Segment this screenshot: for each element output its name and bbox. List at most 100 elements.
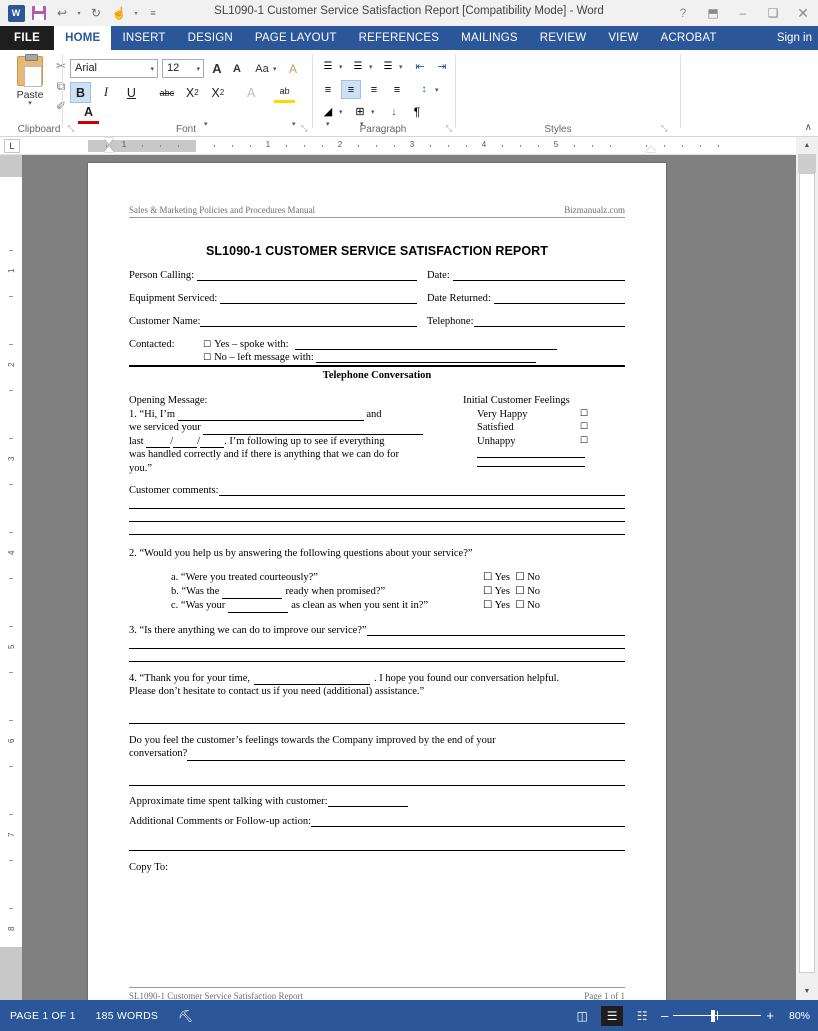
equipment-serviced-field[interactable] <box>220 293 417 304</box>
customer-comments-field-3[interactable] <box>129 509 625 522</box>
restore-button[interactable]: ❑ <box>758 0 788 26</box>
customer-name-field[interactable] <box>200 316 417 327</box>
decrease-indent-icon[interactable]: ⇤ <box>410 57 430 76</box>
customer-comments-field-4[interactable] <box>129 522 625 535</box>
justify-icon[interactable]: ≡ <box>387 80 407 99</box>
undo-caret-icon[interactable]: ▾ <box>75 3 83 23</box>
approx-time-field[interactable] <box>327 796 408 807</box>
contacted-yes-checkbox[interactable]: ☐ <box>203 340 211 350</box>
text-highlight-color-icon[interactable]: ab <box>274 82 296 103</box>
subquestion-c-field[interactable] <box>228 602 289 613</box>
telephone-field[interactable] <box>473 316 625 327</box>
subquestion-b-yes[interactable]: ☐ Yes <box>483 586 510 597</box>
date-returned-field[interactable] <box>493 293 625 304</box>
subquestion-b-field[interactable] <box>222 588 283 599</box>
scrollbar-thumb[interactable] <box>799 173 815 973</box>
font-dialog-launcher[interactable]: ⤡ <box>301 124 307 134</box>
shading-icon[interactable]: ◢ <box>318 102 338 121</box>
subquestion-a-no[interactable]: ☐ No <box>515 572 540 583</box>
underline-button[interactable]: U <box>121 82 142 103</box>
subquestion-c-yes[interactable]: ☐ Yes <box>483 600 510 611</box>
feelings-note-line-1[interactable] <box>477 457 585 458</box>
line-spacing-icon[interactable]: ↕ <box>414 80 434 99</box>
question-3-field-3[interactable] <box>129 649 625 662</box>
zoom-level-label[interactable]: 80% <box>782 1010 810 1022</box>
scroll-up-icon[interactable]: ▲ <box>796 137 818 154</box>
text-effects-icon[interactable]: A <box>241 82 262 103</box>
tab-references[interactable]: REFERENCES <box>348 26 451 50</box>
ribbon-display-options-button[interactable]: ⬒ <box>698 0 728 26</box>
tab-page-layout[interactable]: PAGE LAYOUT <box>244 26 348 50</box>
zoom-in-button[interactable]: + <box>766 1009 774 1022</box>
paragraph-dialog-launcher[interactable]: ⤡ <box>446 124 452 134</box>
date-field[interactable] <box>452 270 625 281</box>
proofing-errors-icon[interactable]: ⛏ <box>168 1009 203 1023</box>
question-3-field-2[interactable] <box>129 636 625 649</box>
person-calling-field[interactable] <box>197 270 417 281</box>
borders-icon[interactable]: ⊞ <box>350 102 370 121</box>
contacted-yes-field[interactable] <box>294 339 557 350</box>
very-happy-checkbox[interactable]: ☐ <box>580 408 588 422</box>
additional-comments-blank-line[interactable] <box>129 838 625 851</box>
align-right-icon[interactable]: ≡ <box>364 80 384 99</box>
subquestion-b-no[interactable]: ☐ No <box>515 586 540 597</box>
undo-icon[interactable]: ↩ <box>52 3 72 23</box>
sign-in-button[interactable]: Sign in <box>777 26 812 50</box>
word-count-status[interactable]: 185 WORDS <box>86 1010 168 1022</box>
tab-home[interactable]: HOME <box>54 26 112 50</box>
clear-formatting-icon[interactable]: A <box>284 59 302 78</box>
document-page[interactable]: Sales & Marketing Policies and Procedure… <box>88 163 666 1000</box>
save-icon[interactable] <box>29 3 49 23</box>
line-spacing-caret-icon[interactable]: ▾ <box>435 86 439 94</box>
strikethrough-button[interactable]: abc <box>156 82 177 103</box>
numbering-caret-icon[interactable]: ▾ <box>369 63 373 71</box>
bullets-icon[interactable]: ☰ <box>318 57 338 76</box>
web-layout-view-button[interactable]: ☷ <box>631 1006 653 1026</box>
tab-design[interactable]: DESIGN <box>177 26 244 50</box>
sort-icon[interactable]: ↓ <box>384 102 404 121</box>
multilevel-list-icon[interactable]: ☰ <box>378 57 398 76</box>
touch-caret-icon[interactable]: ▾ <box>132 3 140 23</box>
zoom-slider[interactable]: – + <box>661 1009 774 1022</box>
document-canvas[interactable]: Sales & Marketing Policies and Procedure… <box>22 155 796 1000</box>
multilevel-caret-icon[interactable]: ▾ <box>399 63 403 71</box>
zoom-out-button[interactable]: – <box>661 1009 668 1022</box>
opening-line1-field[interactable] <box>177 410 364 421</box>
scrollbar-track-top[interactable] <box>798 154 816 173</box>
improved-field[interactable] <box>187 750 625 761</box>
question-4-field[interactable] <box>254 674 371 685</box>
change-case-caret-icon[interactable]: ▾ <box>273 65 277 73</box>
customer-comments-field-1[interactable] <box>218 485 625 496</box>
redo-icon[interactable]: ↻ <box>86 3 106 23</box>
font-color-icon[interactable]: A <box>78 103 99 124</box>
show-formatting-marks-icon[interactable]: ¶ <box>407 102 427 121</box>
satisfied-checkbox[interactable]: ☐ <box>580 421 588 435</box>
horizontal-ruler[interactable]: L 1 1 2 3 4 5 <box>0 137 818 155</box>
font-name-caret-icon[interactable]: ▾ <box>150 65 154 73</box>
subquestion-a-yes[interactable]: ☐ Yes <box>483 572 510 583</box>
align-center-icon[interactable]: ≡ <box>341 80 361 99</box>
tab-mailings[interactable]: MAILINGS <box>450 26 529 50</box>
align-left-icon[interactable]: ≡ <box>318 80 338 99</box>
bold-button[interactable]: B <box>70 82 91 103</box>
additional-comments-field[interactable] <box>311 816 625 827</box>
italic-button[interactable]: I <box>95 82 116 103</box>
zoom-thumb[interactable] <box>711 1009 716 1022</box>
font-name-combobox[interactable]: Arial ▾ <box>70 59 158 78</box>
improved-blank-line[interactable] <box>129 773 625 786</box>
tab-view[interactable]: VIEW <box>597 26 649 50</box>
unhappy-checkbox[interactable]: ☐ <box>580 435 588 449</box>
customer-comments-field-2[interactable] <box>129 496 625 509</box>
first-line-indent-marker[interactable] <box>104 138 114 144</box>
contacted-no-checkbox[interactable]: ☐ <box>203 353 211 363</box>
scroll-down-icon[interactable]: ▼ <box>796 983 818 1000</box>
tab-file[interactable]: FILE <box>0 26 55 50</box>
vertical-ruler[interactable]: 1 2 3 4 5 6 7 8 <box>0 155 22 1000</box>
font-size-caret-icon[interactable]: ▾ <box>196 65 200 73</box>
print-layout-view-button[interactable]: ☰ <box>601 1005 624 1026</box>
customize-qat-icon[interactable]: ≡ <box>143 3 163 23</box>
collapse-ribbon-icon[interactable]: ∧ <box>805 122 812 133</box>
q4-blank-line[interactable] <box>129 711 625 724</box>
help-button[interactable]: ? <box>668 0 698 26</box>
tab-review[interactable]: REVIEW <box>529 26 598 50</box>
